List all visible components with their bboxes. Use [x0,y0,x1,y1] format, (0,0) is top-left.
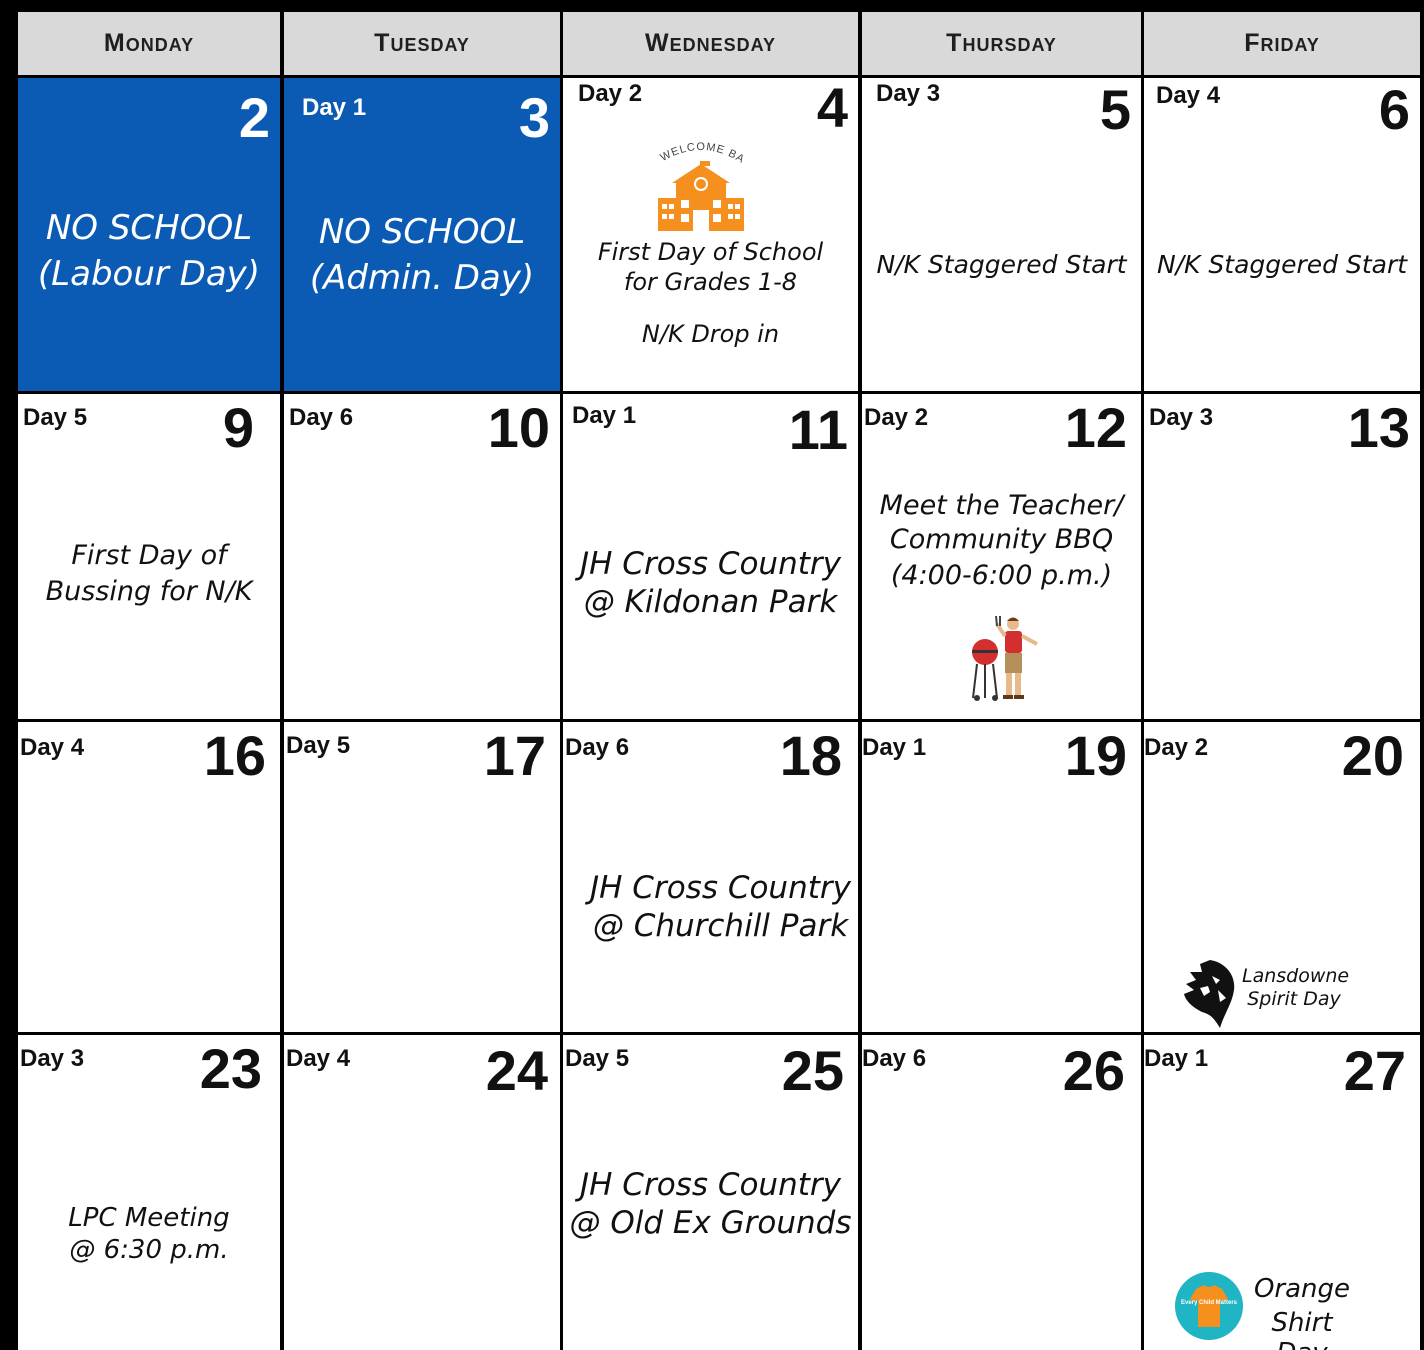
day-cycle-label: Day 2 [1144,734,1209,761]
event-text: @ 6:30 p.m. [69,1235,229,1265]
date-number: 23 [199,1037,262,1100]
event-text: N/K Staggered Start [1156,250,1408,279]
day-cycle-label: Day 1 [302,94,367,121]
day-cell: Day 5 25 JH Cross Country @ Old Ex Groun… [563,1035,858,1350]
day-cycle-label: Day 4 [20,734,85,761]
day-cell: Day 4 16 [18,722,280,1032]
date-number: 18 [779,724,842,787]
welcome-back-school-icon: WELCOME BACK [646,136,756,236]
day-cell: Day 3 13 [1144,394,1420,719]
date-number: 5 [1099,78,1131,141]
day-cell: Day 6 18 JH Cross Country @ Churchill Pa… [563,722,858,1032]
event-text: NO SCHOOL [318,212,526,252]
header-tuesday: Tuesday [284,12,560,75]
date-number: 6 [1378,78,1410,141]
event-text: N/K Drop in [641,320,780,348]
svg-text:WELCOME BACK: WELCOME BACK [646,136,747,166]
date-number: 3 [518,86,550,149]
day-cycle-label: Day 6 [289,404,354,431]
day-cell: Day 3 23 LPC Meeting @ 6:30 p.m. [18,1035,280,1350]
day-cell: Day 5 17 [284,722,560,1032]
day-cell: Day 2 20 Lansdowne Spirit Day [1144,722,1420,1032]
date-number: 9 [222,396,254,459]
day-cell: Day 2 4 WELCOME BACK [563,78,858,391]
day-cell: Day 1 3 NO SCHOOL (Admin. Day) [284,78,560,391]
event-text: N/K Staggered Start [876,250,1127,279]
event-text: Lansdowne [1242,965,1350,987]
date-number: 17 [483,724,546,787]
event-text: JH Cross Country [590,870,851,906]
lion-icon [1180,958,1238,1030]
day-cycle-label: Day 6 [862,1045,927,1072]
event-text: (Admin. Day) [309,258,535,298]
header-wednesday: Wednesday [563,12,858,75]
date-number: 20 [1341,724,1404,787]
orange-shirt-icon: Every Child Matters [1174,1271,1244,1341]
date-number: 27 [1343,1039,1406,1102]
date-number: 25 [781,1039,844,1102]
event-text: JH Cross Country [580,1167,841,1203]
day-cycle-label: Day 1 [1144,1045,1209,1072]
event-text: Shirt Day [1271,1308,1333,1350]
day-cell: Day 1 27 Every Child Matters Orange Shir… [1144,1035,1420,1350]
day-cycle-label: Day 1 [862,734,927,761]
event-text: (4:00-6:00 p.m.) [890,560,1113,591]
event-text: First Day of [71,540,227,571]
date-number: 4 [816,78,848,139]
event-text: Spirit Day [1247,988,1341,1010]
date-number: 10 [487,396,550,459]
day-cell: Day 1 11 JH Cross Country @ Kildonan Par… [563,394,858,719]
event-text: @ Churchill Park [592,908,849,944]
day-cell: Day 2 12 Meet the Teacher/ Community BBQ… [862,394,1141,719]
day-cell: Day 1 19 [862,722,1141,1032]
event-text: Meet the Teacher/ [879,490,1124,521]
day-cell: Day 5 9 First Day of Bussing for N/K [18,394,280,719]
date-number: 26 [1062,1039,1125,1102]
day-cell: Day 4 24 [284,1035,560,1350]
event-text: LPC Meeting [68,1203,230,1233]
day-cycle-label: Day 5 [23,404,88,431]
event-text: Community BBQ [889,524,1114,555]
date-number: 16 [203,724,266,787]
event-text: JH Cross Country [580,546,841,582]
event-text: for Grades 1-8 [623,268,798,296]
day-cycle-label: Day 4 [1156,82,1221,109]
event-text: Bussing for N/K [45,576,253,607]
event-text: First Day of School [597,238,824,266]
header-monday: Monday [18,12,280,75]
event-text: Orange [1253,1274,1351,1304]
date-number: 12 [1064,396,1127,459]
event-text: @ Old Ex Grounds [569,1205,852,1241]
event-text: NO SCHOOL [45,208,253,248]
day-cycle-label: Day 6 [565,734,630,761]
day-cycle-label: Day 1 [572,402,637,429]
header-friday: Friday [1144,12,1420,75]
calendar: Monday Tuesday Wednesday Thursday Friday… [0,0,1424,1350]
day-cycle-label: Day 5 [565,1045,630,1072]
header-thursday: Thursday [862,12,1141,75]
day-cycle-label: Day 3 [20,1045,85,1072]
date-number: 2 [238,86,270,149]
day-cycle-label: Day 2 [864,404,929,431]
day-cycle-label: Day 3 [1149,404,1214,431]
event-text: @ Kildonan Park [583,584,838,620]
date-number: 11 [788,398,848,461]
day-cycle-label: Day 3 [876,80,941,107]
date-number: 13 [1347,396,1410,459]
day-cell: 2 NO SCHOOL (Labour Day) [18,78,280,391]
date-number: 19 [1064,724,1127,787]
day-cycle-label: Day 2 [578,80,643,107]
svg-text:Every Child Matters: Every Child Matters [1181,1300,1238,1306]
day-cell: Day 3 5 N/K Staggered Start [862,78,1141,391]
event-text: (Labour Day) [37,254,261,294]
day-cycle-label: Day 4 [286,1045,351,1072]
day-cell: Day 6 10 [284,394,560,719]
day-cell: Day 6 26 [862,1035,1141,1350]
day-cycle-label: Day 5 [286,732,351,759]
bbq-grill-icon [967,616,1047,704]
date-number: 24 [485,1039,548,1102]
day-cell: Day 4 6 N/K Staggered Start [1144,78,1420,391]
